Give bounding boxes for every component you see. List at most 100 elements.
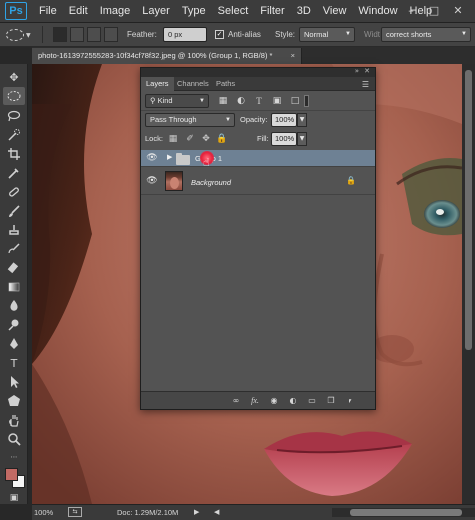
scrollbar-thumb[interactable]	[350, 509, 462, 516]
healing-brush-tool-icon[interactable]	[3, 183, 25, 201]
menu-file[interactable]: File	[33, 5, 63, 17]
move-tool-icon[interactable]: ✥	[3, 68, 25, 86]
trash-icon[interactable]: ⎖	[343, 395, 357, 407]
brush-tool-icon[interactable]	[3, 202, 25, 220]
blur-tool-icon[interactable]	[3, 297, 25, 315]
menu-select[interactable]: Select	[212, 5, 255, 17]
horizontal-scrollbar[interactable]	[332, 508, 475, 517]
maximize-icon[interactable]: □	[426, 3, 442, 18]
eye-icon[interactable]: 👁	[145, 153, 159, 165]
menu-bar: Ps File Edit Image Layer Type Select Fil…	[0, 0, 475, 23]
style-label: Style:	[275, 30, 296, 39]
minimize-icon[interactable]: –	[403, 3, 419, 18]
elliptical-marquee-tool-icon[interactable]	[3, 87, 25, 105]
menu-type[interactable]: Type	[176, 5, 212, 17]
tab-paths[interactable]: Paths	[211, 77, 240, 91]
path-selection-tool-icon[interactable]	[3, 373, 25, 391]
fill-input[interactable]: 100%	[271, 132, 297, 146]
share-icon[interactable]: ⇆	[68, 507, 82, 517]
layers-panel-footer: ∞ fx. ◉ ◐ ▭ ❐ ⎖	[141, 391, 375, 409]
tab-channels[interactable]: Channels	[172, 77, 214, 91]
style-select[interactable]: Normal ▼	[299, 27, 355, 42]
document-size: Doc: 1.29M/2.10M	[117, 508, 179, 517]
panel-title-bar[interactable]: » ✕	[141, 67, 375, 77]
tab-layers[interactable]: Layers	[141, 77, 174, 91]
add-to-selection-button[interactable]	[70, 27, 84, 42]
zoom-tool-icon[interactable]	[3, 430, 25, 448]
lock-all-icon[interactable]: 🔒	[216, 133, 228, 145]
shape-tool-icon[interactable]	[3, 392, 25, 410]
layer-row-background[interactable]: 👁 Background 🔒	[141, 168, 375, 195]
type-filter-icon[interactable]: T	[253, 95, 265, 107]
elliptical-marquee-preset-icon[interactable]	[6, 29, 24, 41]
subtract-from-selection-button[interactable]	[87, 27, 101, 42]
menu-edit[interactable]: Edit	[63, 5, 94, 17]
layer-row-group-1[interactable]: 👁 ▶ Group 1	[141, 150, 375, 167]
fx-icon[interactable]: fx.	[248, 395, 262, 407]
intersect-selection-button[interactable]	[104, 27, 118, 42]
mask-icon[interactable]: ◉	[267, 395, 281, 407]
scrollbar-thumb[interactable]	[465, 70, 472, 350]
eye-icon[interactable]: 👁	[145, 176, 159, 188]
menu-view[interactable]: View	[317, 5, 353, 17]
more-tools-icon[interactable]: ⋯	[3, 448, 25, 466]
adjustment-icon[interactable]: ◐	[286, 395, 300, 407]
history-brush-tool-icon[interactable]	[3, 240, 25, 258]
zoom-level[interactable]: 100%	[34, 508, 53, 517]
gradient-tool-icon[interactable]	[3, 278, 25, 296]
vertical-scrollbar[interactable]	[462, 64, 475, 504]
opacity-input[interactable]: 100%	[271, 113, 297, 127]
eyedropper-tool-icon[interactable]	[3, 164, 25, 182]
quick-mask-icon[interactable]: ▣	[3, 489, 25, 507]
menu-filter[interactable]: Filter	[254, 5, 290, 17]
close-tab-icon[interactable]: ×	[291, 48, 295, 64]
menu-window[interactable]: Window	[352, 5, 403, 17]
expand-arrow-icon[interactable]: ▶	[167, 153, 172, 161]
layer-name: Background	[191, 178, 232, 187]
hand-tool-icon[interactable]	[3, 411, 25, 429]
pen-tool-icon[interactable]	[3, 335, 25, 353]
opacity-slider-toggle[interactable]: ▼	[297, 113, 307, 127]
lasso-tool-icon[interactable]	[3, 107, 25, 125]
clone-stamp-tool-icon[interactable]	[3, 221, 25, 239]
document-tab[interactable]: photo-1613972555283-10f34cf78f32.jpeg @ …	[32, 48, 302, 64]
new-selection-button[interactable]	[53, 27, 67, 42]
type-tool-icon[interactable]: T	[3, 354, 25, 372]
close-panel-icon[interactable]: ✕	[364, 67, 370, 75]
lock-position-icon[interactable]: ✥	[200, 133, 212, 145]
lock-row: Lock: ▦ ✐ ✥ 🔒 Fill: 100% ▼	[141, 130, 375, 148]
shape-filter-icon[interactable]: ▣	[271, 95, 283, 107]
scroll-left-icon[interactable]: ◀	[214, 508, 219, 516]
lock-image-icon[interactable]: ✐	[184, 133, 196, 145]
filter-kind-select[interactable]: ⚲ Kind ▼	[145, 94, 209, 108]
pixel-filter-icon[interactable]: ▦	[217, 95, 229, 107]
status-menu-arrow-icon[interactable]: ▶	[194, 508, 199, 516]
link-icon[interactable]: ∞	[229, 395, 243, 407]
blend-mode-select[interactable]: Pass Through ▼	[145, 113, 235, 127]
menu-layer[interactable]: Layer	[136, 5, 176, 17]
quick-selection-tool-icon[interactable]	[3, 126, 25, 144]
smart-object-filter-icon[interactable]: □	[289, 95, 301, 107]
crop-tool-icon[interactable]	[3, 145, 25, 163]
foreground-color-swatch[interactable]	[5, 468, 18, 481]
folder-icon[interactable]: ▭	[305, 395, 319, 407]
fill-slider-toggle[interactable]: ▼	[297, 132, 307, 146]
antialias-checkbox[interactable]: ✓	[215, 30, 224, 39]
feather-input[interactable]: 0 px	[163, 27, 207, 42]
collapse-panel-icon[interactable]: »	[355, 67, 359, 75]
new-layer-icon[interactable]: ❐	[324, 395, 338, 407]
menu-image[interactable]: Image	[94, 5, 137, 17]
dodge-tool-icon[interactable]	[3, 316, 25, 334]
filter-row: ⚲ Kind ▼ ▦ ◐ T ▣ □	[141, 92, 375, 110]
options-bar: ▼ Feather: 0 px ✓ Anti-alias Style: Norm…	[0, 23, 475, 47]
panel-menu-icon[interactable]: ☰	[362, 80, 369, 89]
filter-toggle[interactable]	[304, 95, 309, 107]
close-icon[interactable]: ✕	[450, 3, 466, 18]
chevron-down-icon[interactable]: ▼	[26, 32, 31, 39]
eraser-tool-icon[interactable]	[3, 259, 25, 277]
chevron-down-icon: ▼	[345, 31, 351, 37]
workspace-select[interactable]: correct shorts ▼	[381, 27, 471, 42]
menu-3d[interactable]: 3D	[291, 5, 317, 17]
lock-transparent-icon[interactable]: ▦	[167, 133, 179, 145]
adjustment-filter-icon[interactable]: ◐	[235, 95, 247, 107]
